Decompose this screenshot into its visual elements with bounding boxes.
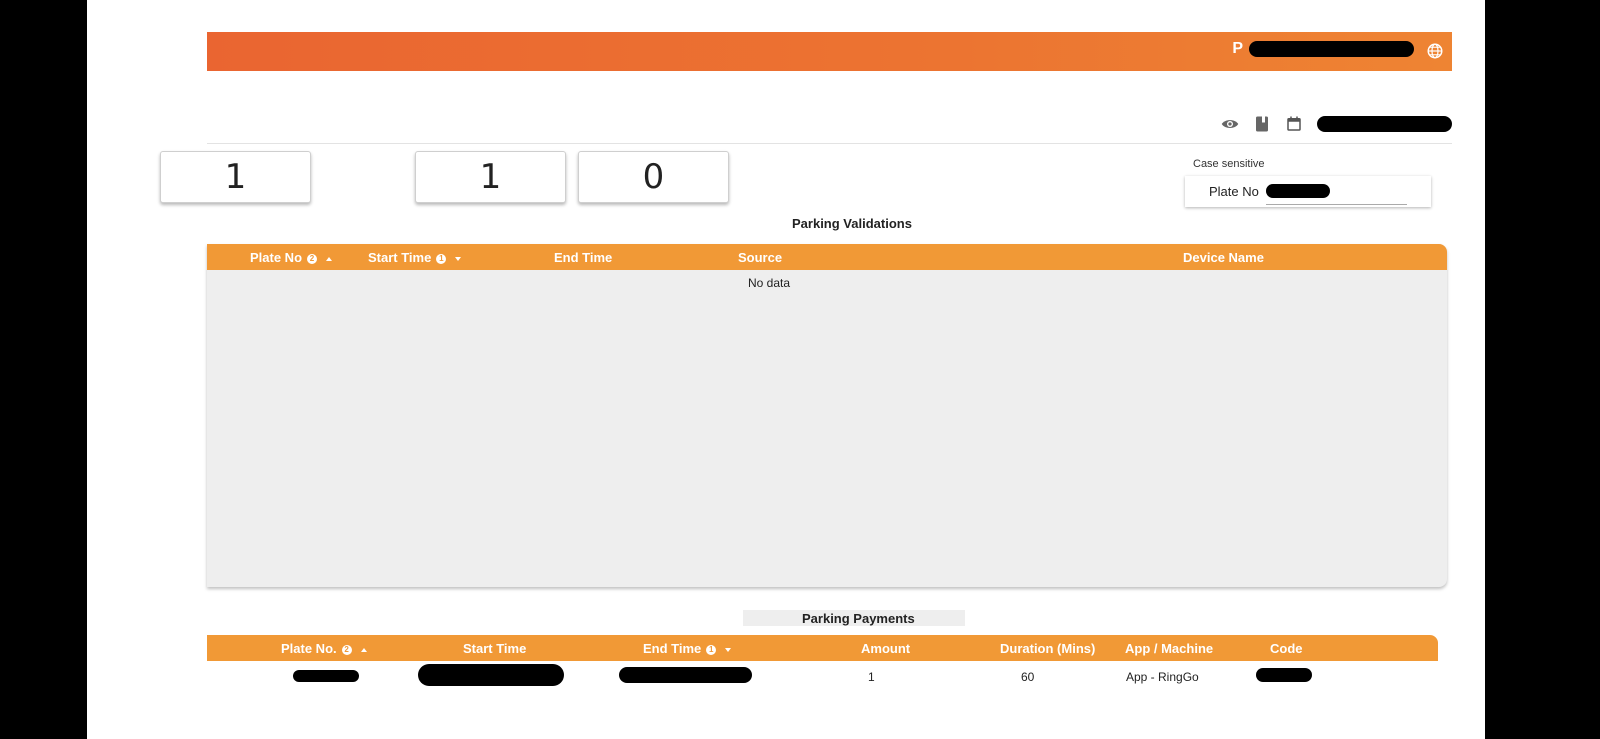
col-app-machine[interactable]: App / Machine [1125,641,1213,656]
counter-box: 1 [160,151,311,203]
top-bar: P [207,32,1452,71]
redacted-start-time [418,664,564,686]
validations-table: Plate No 2 Start Time 1 End Time Source De… [207,244,1447,587]
redacted-date-range[interactable] [1317,116,1452,132]
sort-desc-icon [455,256,462,261]
cell-duration: 60 [1021,670,1035,684]
plate-search-label: Plate No [1209,184,1259,199]
counter-box: 1 [415,151,566,203]
plate-search-field[interactable]: Plate No [1185,176,1431,207]
table-header: Plate No. 2 Start Time End Time 1 Amount D… [207,635,1438,661]
validations-title: Parking Validations [792,216,912,231]
cell-app-machine: App - RingGo [1126,670,1199,684]
table-row[interactable]: 1 60 App - RingGo [207,661,1438,689]
user-menu[interactable]: P [1232,40,1414,58]
redacted-plate [293,670,359,682]
empty-state: No data [747,276,791,290]
table-header: Plate No 2 Start Time 1 End Time Source De… [207,244,1447,270]
col-label: Plate No. [281,641,337,656]
input-underline [1266,204,1407,205]
col-amount[interactable]: Amount [861,641,910,656]
col-source[interactable]: Source [738,250,782,265]
cell-amount: 1 [868,670,875,684]
redacted-code [1256,668,1312,682]
payments-table: Plate No. 2 Start Time End Time 1 Amount D… [207,635,1438,689]
col-end-time[interactable]: End Time [554,250,612,265]
sort-priority-badge: 1 [706,644,717,655]
col-code[interactable]: Code [1270,641,1303,656]
user-initial: P [1232,40,1243,57]
sort-priority-badge: 1 [436,253,447,264]
globe-icon[interactable] [1426,42,1444,60]
col-start-time[interactable]: Start Time 1 [368,250,462,265]
sort-priority-badge: 2 [341,644,352,655]
sort-asc-icon [360,647,367,652]
counter-box: 0 [578,151,729,203]
payments-title: Parking Payments [802,611,915,626]
redacted-user-name [1249,41,1414,57]
sort-desc-icon [725,647,732,652]
col-label: Start Time [368,250,432,265]
toolbar [207,71,1452,144]
redacted-plate-value [1266,184,1330,198]
col-label: End Time [643,641,702,656]
app: P 1 1 0 Case sensitive Plate No Parking … [160,32,1452,732]
calendar-icon[interactable] [1285,115,1303,133]
sort-priority-badge: 2 [307,253,318,264]
col-duration[interactable]: Duration (Mins) [1000,641,1095,656]
col-plate-no[interactable]: Plate No 2 [250,250,333,265]
redacted-end-time [619,667,752,683]
col-end-time[interactable]: End Time 1 [643,641,732,656]
sort-asc-icon [326,256,333,261]
book-icon[interactable] [1253,115,1271,133]
eye-icon[interactable] [1221,115,1239,133]
col-label: Plate No [250,250,303,265]
col-plate-no[interactable]: Plate No. 2 [281,641,367,656]
case-sensitive-label[interactable]: Case sensitive [1193,158,1265,170]
col-start-time[interactable]: Start Time [463,641,526,656]
col-device-name[interactable]: Device Name [1183,250,1264,265]
page-canvas: P 1 1 0 Case sensitive Plate No Parking … [87,0,1485,739]
